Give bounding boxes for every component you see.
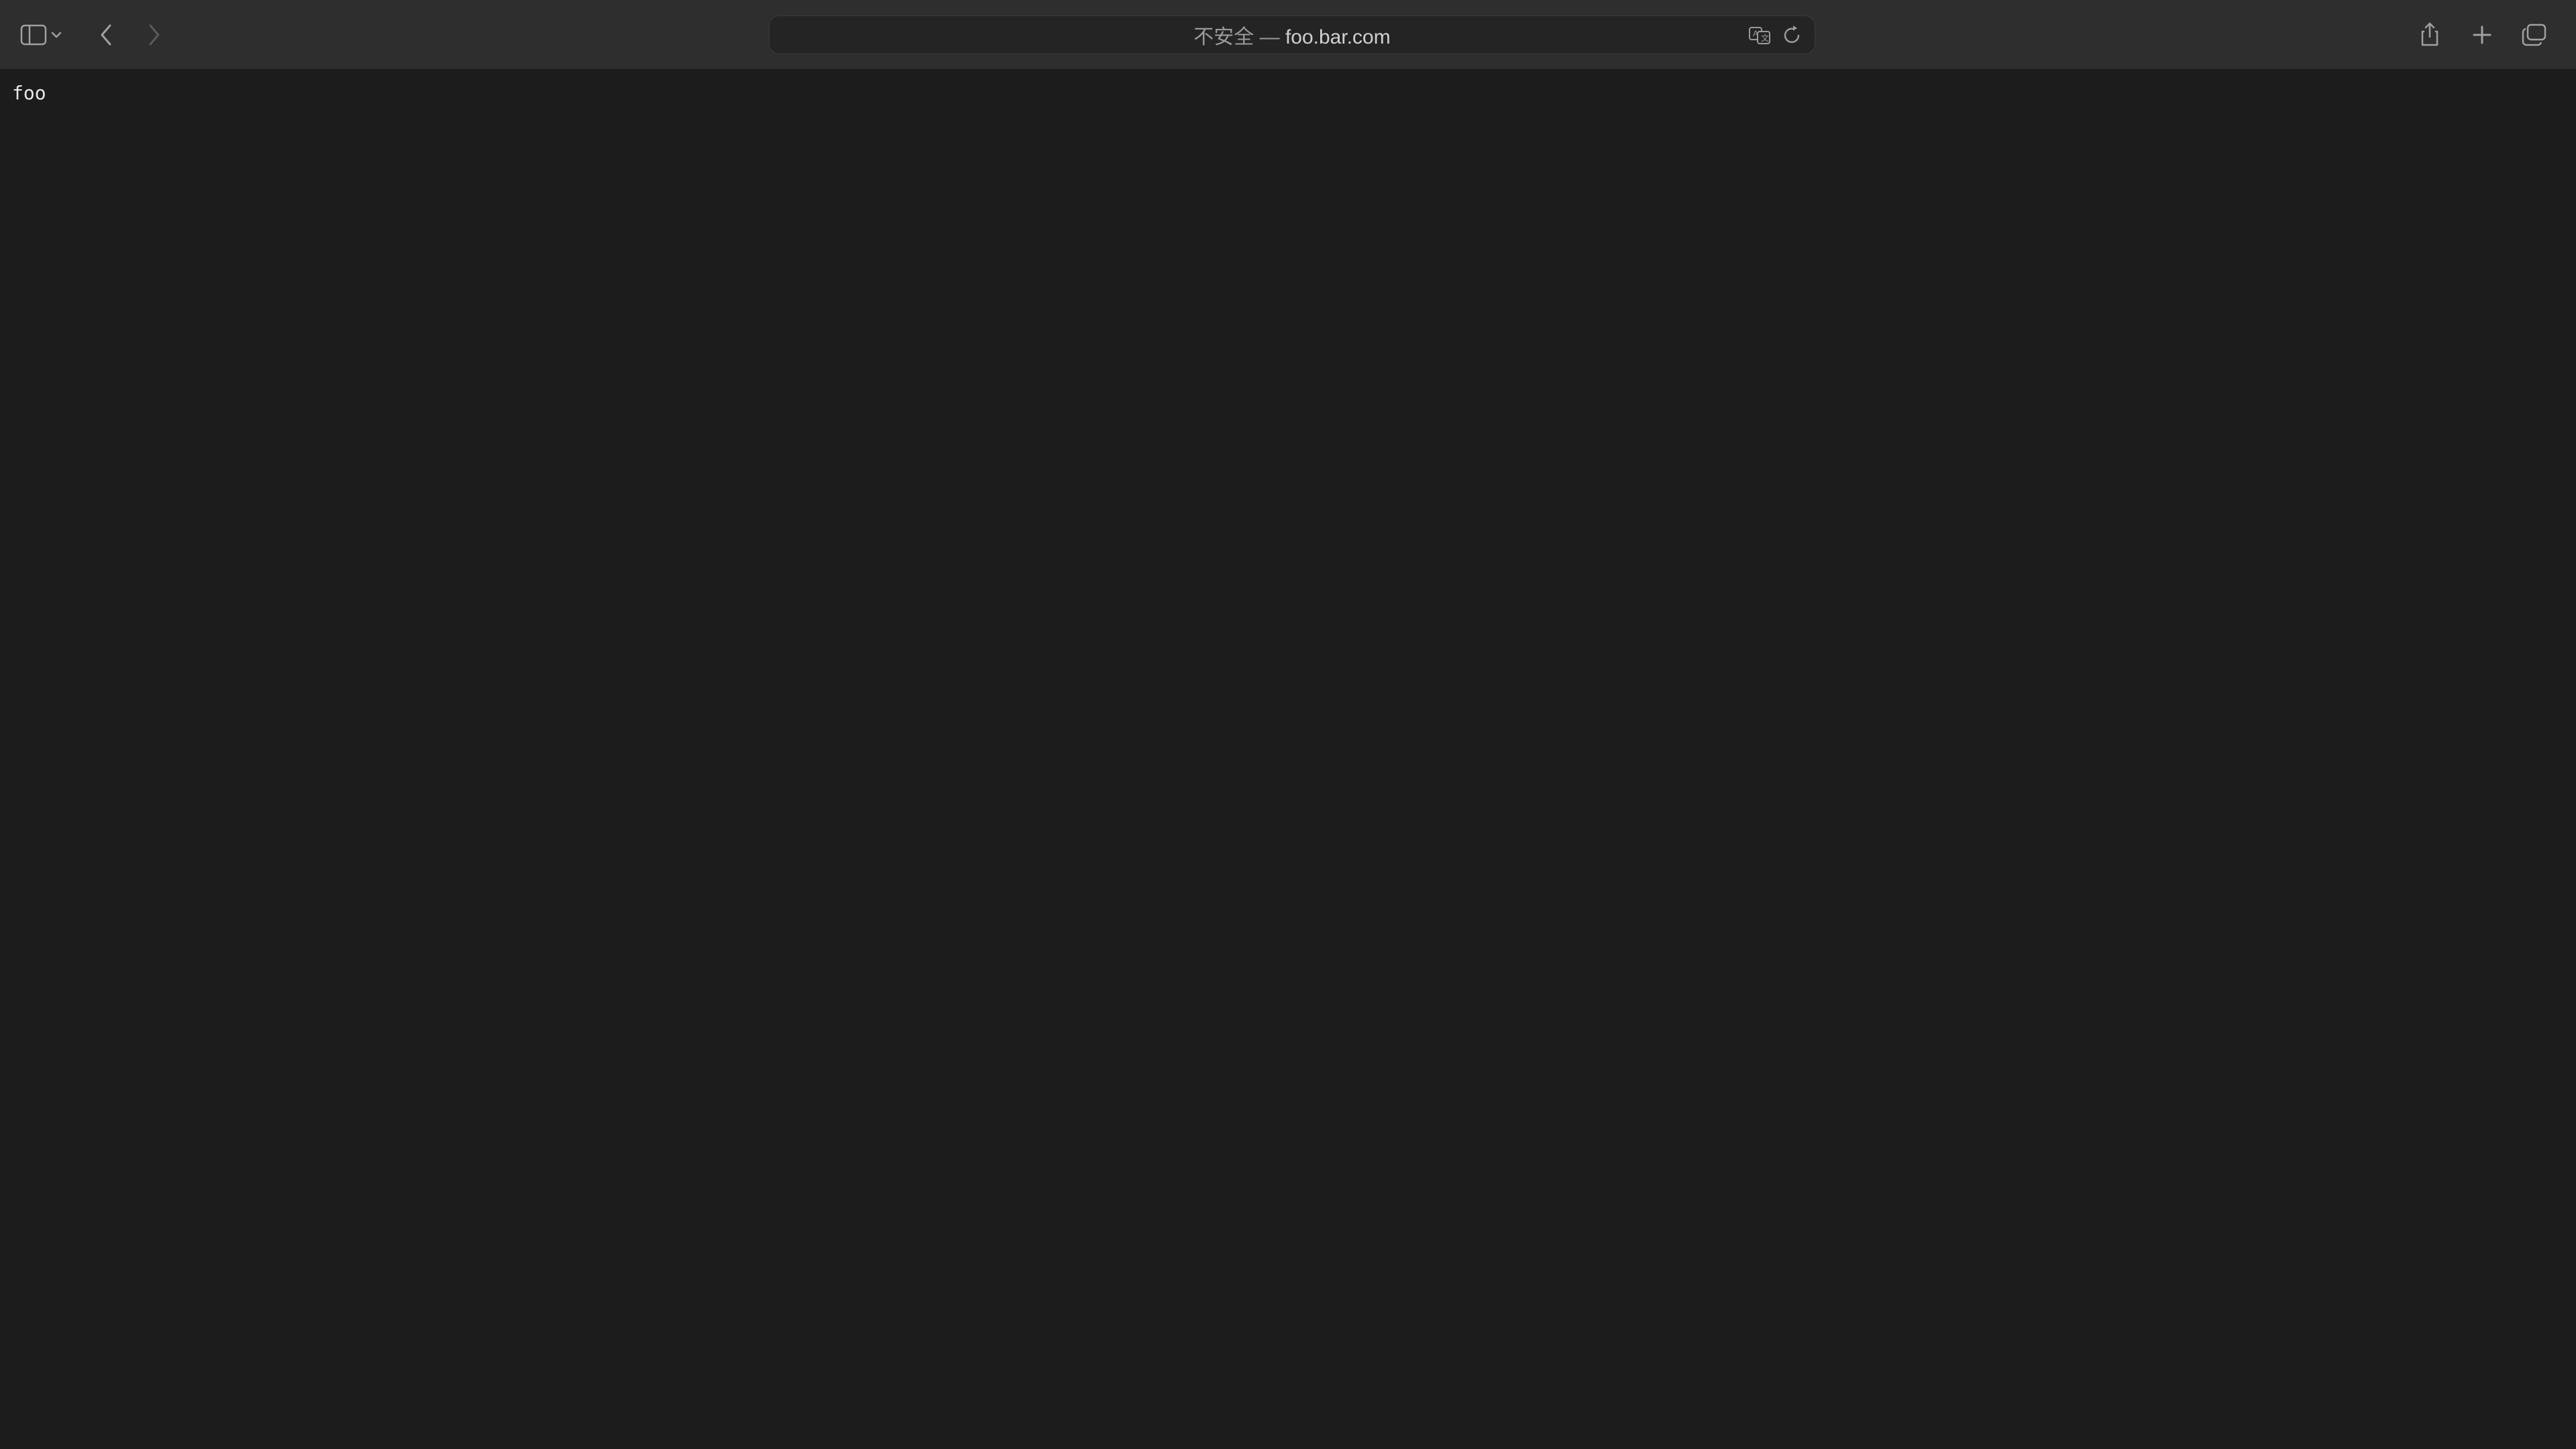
forward-button[interactable]	[140, 20, 169, 50]
page-content: foo	[0, 70, 2576, 1449]
browser-toolbar: 不安全 — foo.bar.com A 文	[0, 0, 2576, 70]
toolbar-right-group	[2415, 20, 2557, 50]
sidebar-menu-chevron[interactable]	[48, 31, 64, 39]
translate-button[interactable]: A 文	[1748, 23, 1772, 47]
share-icon	[2420, 22, 2440, 48]
plus-icon	[2471, 24, 2493, 46]
toolbar-left-group	[19, 20, 169, 50]
address-bar-icons: A 文	[1748, 23, 1805, 47]
svg-text:文: 文	[1761, 33, 1769, 43]
toolbar-center: 不安全 — foo.bar.com A 文	[180, 15, 2404, 54]
sidebar-toggle-group	[19, 20, 64, 50]
sidebar-toggle-button[interactable]	[19, 20, 48, 50]
back-button[interactable]	[91, 20, 121, 50]
address-domain: foo.bar.com	[1285, 26, 1391, 48]
sidebar-icon	[20, 24, 47, 46]
translate-icon: A 文	[1748, 25, 1771, 45]
reload-icon	[1784, 25, 1803, 45]
svg-text:A: A	[1753, 29, 1758, 38]
address-bar[interactable]: 不安全 — foo.bar.com A 文	[769, 15, 1815, 54]
nav-group	[91, 20, 169, 50]
page-body-text: foo	[12, 82, 2564, 105]
address-text: 不安全 — foo.bar.com	[1193, 20, 1390, 50]
tabs-overview-button[interactable]	[2520, 20, 2549, 50]
chevron-left-icon	[99, 23, 113, 47]
new-tab-button[interactable]	[2467, 20, 2497, 50]
address-security-prefix: 不安全 —	[1193, 26, 1285, 48]
chevron-right-icon	[147, 23, 162, 47]
reload-button[interactable]	[1781, 23, 1805, 47]
share-button[interactable]	[2415, 20, 2445, 50]
tabs-icon	[2522, 23, 2547, 46]
